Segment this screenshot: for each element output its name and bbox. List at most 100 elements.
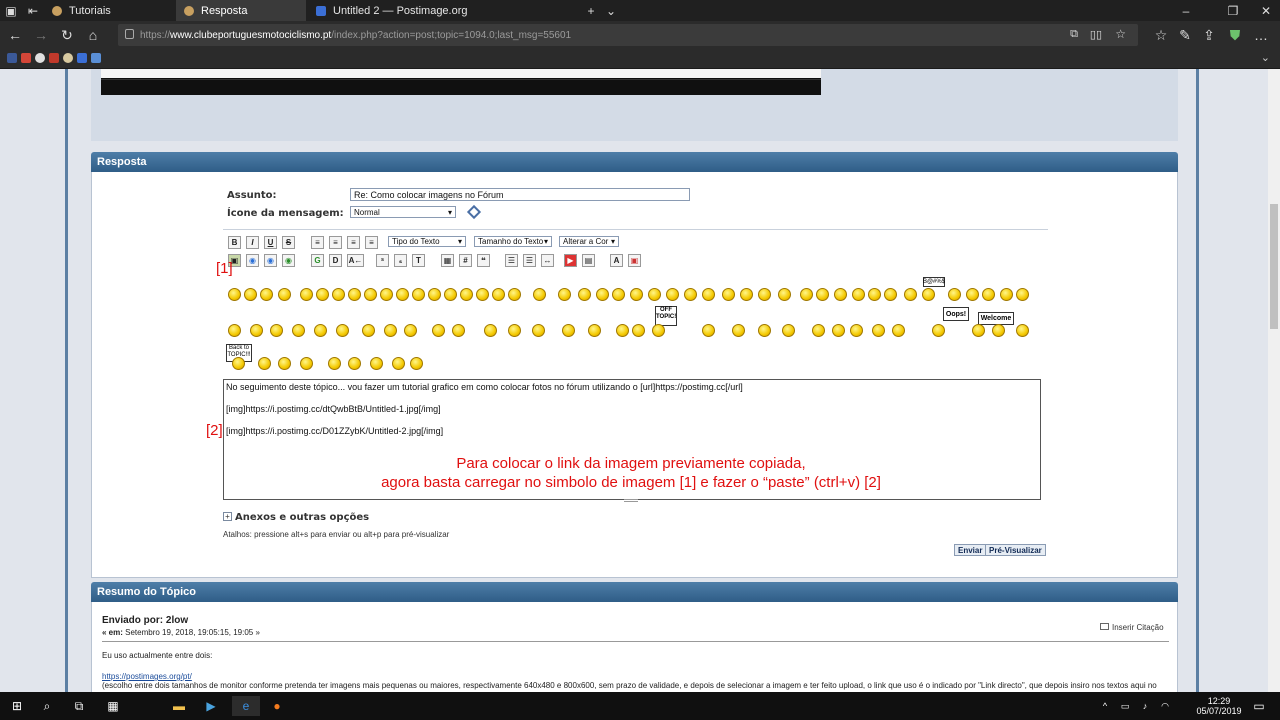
smiley-icon[interactable] bbox=[292, 324, 305, 337]
share-icon[interactable]: ⇪ bbox=[1198, 25, 1220, 45]
close-icon[interactable]: ✕ bbox=[1246, 0, 1280, 21]
smiley-icon[interactable] bbox=[578, 288, 591, 301]
list-button[interactable]: ☰ bbox=[505, 254, 518, 267]
smiley-icon[interactable] bbox=[532, 324, 545, 337]
scrollbar-thumb[interactable] bbox=[1270, 204, 1278, 329]
ftp-button[interactable]: ◉ bbox=[282, 254, 295, 267]
reading-view-icon[interactable]: ▯▯ bbox=[1090, 28, 1102, 41]
youtube-button[interactable]: ▶ bbox=[564, 254, 577, 267]
email-button[interactable]: ◉ bbox=[264, 254, 277, 267]
forward-icon[interactable]: → bbox=[30, 25, 52, 45]
glow-button[interactable]: ≡ bbox=[311, 236, 324, 249]
windows-start-icon[interactable]: ⊞ bbox=[6, 696, 28, 716]
postimage-icon[interactable] bbox=[77, 53, 87, 63]
smiley-icon[interactable] bbox=[460, 288, 473, 301]
smiley-icon[interactable] bbox=[348, 288, 361, 301]
align-right-button[interactable]: ≡ bbox=[365, 236, 378, 249]
smiley-icon[interactable] bbox=[992, 324, 1005, 337]
wifi-icon[interactable]: ◠ bbox=[1154, 696, 1176, 716]
strike-button[interactable]: S bbox=[282, 236, 295, 249]
smiley-icon[interactable] bbox=[348, 357, 361, 370]
smiley-offtopic-sign[interactable]: OFF TOPIC! bbox=[655, 306, 677, 326]
smiley-icon[interactable] bbox=[630, 288, 643, 301]
smiley-icon[interactable] bbox=[702, 324, 715, 337]
tab-tutoriais[interactable]: Tutoriais bbox=[44, 0, 174, 21]
smiley-icon[interactable] bbox=[412, 288, 425, 301]
smiley-icon[interactable] bbox=[484, 324, 497, 337]
smiley-icon[interactable] bbox=[652, 324, 665, 337]
link-button[interactable]: ◉ bbox=[246, 254, 259, 267]
smiley-oops-sign[interactable]: Oops! bbox=[943, 307, 969, 321]
tab-postimage[interactable]: Untitled 2 — Postimage.org bbox=[308, 0, 578, 21]
task-view-icon[interactable]: ⧉ bbox=[68, 696, 90, 716]
smiley-icon[interactable] bbox=[932, 324, 945, 337]
smiley-icon[interactable] bbox=[476, 288, 489, 301]
italic-button[interactable]: I bbox=[246, 236, 259, 249]
bold-button[interactable]: B bbox=[228, 236, 241, 249]
smiley-icon[interactable] bbox=[384, 324, 397, 337]
notifications-icon[interactable]: ▭ bbox=[1248, 696, 1270, 716]
firefox-icon[interactable]: ● bbox=[266, 696, 288, 716]
quote-button[interactable]: ❝ bbox=[477, 254, 490, 267]
smiley-icon[interactable] bbox=[300, 288, 313, 301]
calculator-icon[interactable]: ▦ bbox=[102, 696, 124, 716]
smiley-icon[interactable] bbox=[832, 324, 845, 337]
smiley-swear-sign[interactable]: B@#%$ bbox=[923, 277, 945, 287]
smiley-icon[interactable] bbox=[812, 324, 825, 337]
smiley-icon[interactable] bbox=[740, 288, 753, 301]
smiley-icon[interactable] bbox=[800, 288, 813, 301]
insert-quote-link[interactable]: Inserir Citação bbox=[1112, 623, 1164, 632]
smiley-icon[interactable] bbox=[702, 288, 715, 301]
glow-text-button[interactable]: G bbox=[311, 254, 324, 267]
smiley-icon[interactable] bbox=[380, 288, 393, 301]
smiley-icon[interactable] bbox=[732, 324, 745, 337]
smiley-icon[interactable] bbox=[852, 288, 865, 301]
smiley-icon[interactable] bbox=[396, 288, 409, 301]
smiley-icon[interactable] bbox=[562, 324, 575, 337]
font-type-select[interactable]: Tipo do Texto ▾ bbox=[388, 236, 466, 247]
smiley-icon[interactable] bbox=[948, 288, 961, 301]
underline-button[interactable]: U bbox=[264, 236, 277, 249]
preview-button[interactable]: Pré-Visualizar bbox=[985, 544, 1046, 556]
chevron-down-icon[interactable]: ⌄ bbox=[600, 0, 622, 21]
smiley-icon[interactable] bbox=[972, 324, 985, 337]
minimize-icon[interactable]: – bbox=[1166, 0, 1206, 21]
shadow-button[interactable]: D bbox=[329, 254, 342, 267]
tab-resposta[interactable]: Resposta bbox=[176, 0, 306, 21]
smiley-icon[interactable] bbox=[250, 324, 263, 337]
smiley-icon[interactable] bbox=[758, 324, 771, 337]
clock[interactable]: 12:29 05/07/2019 bbox=[1196, 696, 1242, 716]
smiley-icon[interactable] bbox=[982, 288, 995, 301]
smiley-icon[interactable] bbox=[232, 357, 245, 370]
smiley-icon[interactable] bbox=[328, 357, 341, 370]
subscript-button[interactable]: ₛ bbox=[394, 254, 407, 267]
smiley-icon[interactable] bbox=[428, 288, 441, 301]
expand-icon[interactable]: + bbox=[223, 512, 232, 521]
smiley-welcome-sign[interactable]: Welcome bbox=[978, 312, 1014, 325]
smiley-icon[interactable] bbox=[270, 324, 283, 337]
smiley-icon[interactable] bbox=[922, 288, 935, 301]
smiley-icon[interactable] bbox=[758, 288, 771, 301]
smiley-icon[interactable] bbox=[228, 288, 241, 301]
media-icon[interactable]: ▶ bbox=[200, 696, 222, 716]
chevron-down-icon[interactable]: ⌄ bbox=[1261, 51, 1270, 64]
attachments-toggle[interactable]: Anexos e outras opções bbox=[235, 512, 369, 523]
font-size-select[interactable]: Tamanho do Texto ▾ bbox=[474, 236, 552, 247]
back-icon[interactable]: ← bbox=[4, 25, 26, 45]
smiley-icon[interactable] bbox=[684, 288, 697, 301]
smiley-icon[interactable] bbox=[1016, 324, 1029, 337]
smiley-icon[interactable] bbox=[332, 288, 345, 301]
new-tab-icon[interactable]: + bbox=[580, 0, 602, 21]
smiley-icon[interactable] bbox=[816, 288, 829, 301]
smiley-icon[interactable] bbox=[1000, 288, 1013, 301]
smiley-icon[interactable] bbox=[558, 288, 571, 301]
smiley-icon[interactable] bbox=[410, 357, 423, 370]
code-button[interactable]: # bbox=[459, 254, 472, 267]
smiley-icon[interactable] bbox=[884, 288, 897, 301]
refresh-icon[interactable]: ↻ bbox=[56, 25, 78, 45]
smiley-icon[interactable] bbox=[666, 288, 679, 301]
edge-icon[interactable]: e bbox=[232, 696, 260, 716]
smiley-icon[interactable] bbox=[244, 288, 257, 301]
smiley-icon[interactable] bbox=[228, 324, 241, 337]
smiley-icon[interactable] bbox=[370, 357, 383, 370]
